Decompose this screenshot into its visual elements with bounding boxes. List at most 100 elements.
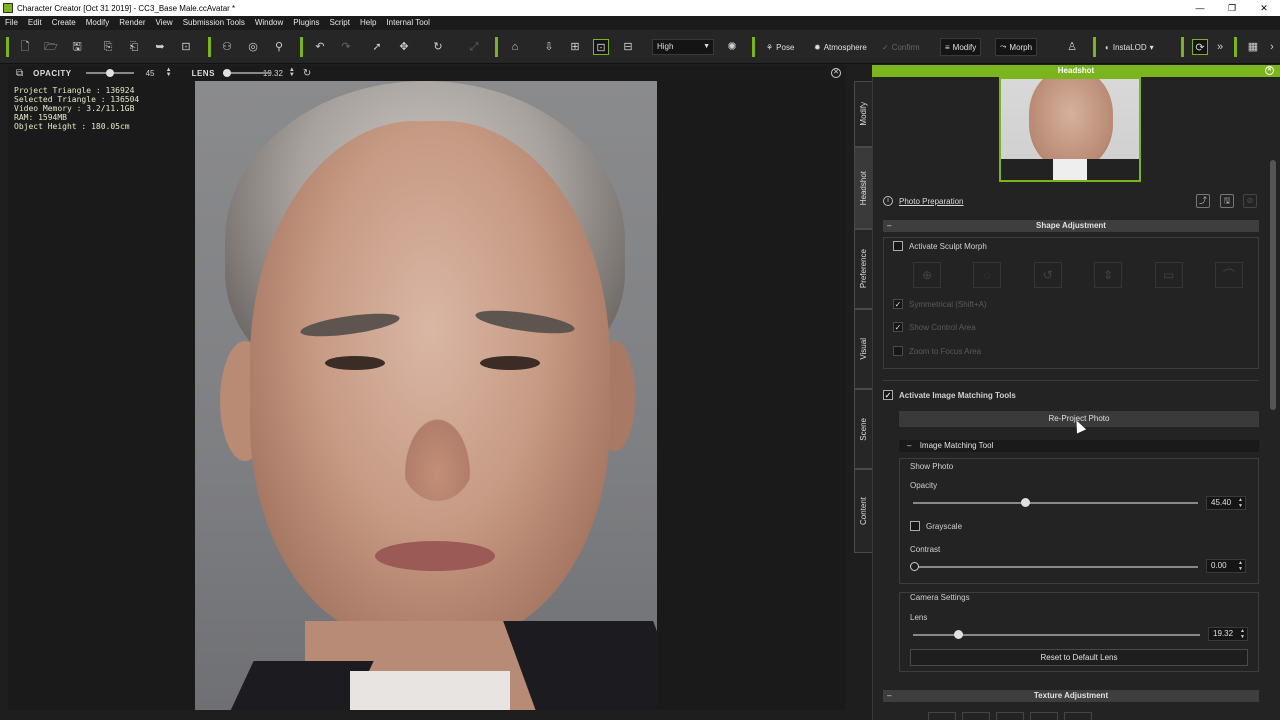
load-photo-icon[interactable]: ⤴: [1196, 194, 1210, 208]
shape-adjustment-header[interactable]: – Shape Adjustment: [883, 220, 1259, 232]
modify-button[interactable]: ≡ Modify: [940, 38, 982, 56]
menu-modify[interactable]: Modify: [81, 16, 115, 30]
slider-knob[interactable]: [910, 562, 919, 571]
undo-icon[interactable]: ↶: [312, 39, 328, 55]
refresh-icon[interactable]: ↻: [303, 68, 311, 79]
stepper-icon[interactable]: ▲ ▼: [289, 67, 295, 78]
grayscale-checkbox[interactable]: [910, 521, 920, 531]
close-icon[interactable]: ✕: [831, 68, 841, 78]
confirm-button[interactable]: ✓ Confirm: [878, 38, 924, 56]
sculpt-smooth-icon[interactable]: ◌: [973, 262, 1002, 288]
camera-icon[interactable]: ⊟: [620, 39, 636, 55]
lens-slider[interactable]: [913, 630, 1200, 639]
sculpt-rotate-icon[interactable]: ↺: [1033, 262, 1062, 288]
info-icon[interactable]: i: [883, 196, 893, 206]
atmosphere-button[interactable]: ✹ Atmosphere: [810, 38, 871, 56]
symmetrical-checkbox[interactable]: ✓: [893, 299, 903, 309]
save-icon[interactable]: 🖫: [69, 39, 85, 55]
sculpt-pinch-icon[interactable]: ⌒: [1214, 262, 1243, 288]
slider-knob[interactable]: [105, 69, 114, 77]
save-photo-icon[interactable]: 🖫: [1220, 194, 1234, 208]
more-tools-icon[interactable]: »: [1212, 39, 1228, 55]
contrast-slider[interactable]: [910, 562, 1198, 571]
panel-scrollbar[interactable]: [1270, 160, 1276, 410]
morph-button[interactable]: ⤳ Morph: [995, 38, 1038, 56]
send-icon[interactable]: ➥: [152, 39, 168, 55]
pick-icon[interactable]: ⚲: [271, 39, 287, 55]
layout-icon[interactable]: ▦: [1245, 39, 1261, 55]
character-icon[interactable]: ⚇: [219, 39, 235, 55]
opacity-spinbox[interactable]: 45.40 ▲ ▼: [1206, 496, 1246, 510]
home-icon[interactable]: ⌂: [507, 39, 523, 55]
show-control-area-row[interactable]: ✓ Show Control Area: [893, 322, 976, 332]
sculpt-move-icon[interactable]: ▭: [1154, 262, 1183, 288]
sculpt-scale-icon[interactable]: ⇕: [1094, 262, 1123, 288]
opacity-slider[interactable]: [913, 498, 1198, 507]
new-file-icon[interactable]: 🗋: [17, 39, 33, 55]
menu-edit[interactable]: Edit: [23, 16, 47, 30]
tab-content[interactable]: Content: [854, 469, 872, 553]
pan-down-icon[interactable]: ⇩: [541, 39, 557, 55]
activate-image-matching-checkbox[interactable]: ✓: [883, 390, 893, 400]
menu-file[interactable]: File: [0, 16, 23, 30]
open-folder-icon[interactable]: 🗁: [43, 39, 59, 55]
slider-knob[interactable]: [954, 630, 963, 639]
tab-preference[interactable]: Preference: [854, 229, 872, 309]
opacity-mini-slider[interactable]: [85, 69, 134, 77]
image-matching-tool-header[interactable]: – Image Matching Tool: [899, 440, 1259, 452]
redo-icon[interactable]: ↷: [338, 39, 354, 55]
texture-tool-icon[interactable]: [1064, 712, 1092, 720]
menu-window[interactable]: Window: [250, 16, 288, 30]
texture-tool-icon[interactable]: [962, 712, 990, 720]
tab-scene[interactable]: Scene: [854, 389, 872, 469]
stepper-icon[interactable]: ▲ ▼: [1238, 497, 1243, 509]
reset-lens-button[interactable]: Reset to Default Lens: [910, 649, 1248, 666]
lens-mini-slider[interactable]: [222, 69, 271, 77]
stepper-icon[interactable]: ▲ ▼: [1240, 628, 1245, 640]
headshot-icon[interactable]: ⟳: [1192, 39, 1208, 55]
import-icon[interactable]: ⎘: [100, 39, 116, 55]
menu-script[interactable]: Script: [325, 16, 355, 30]
lens-spinbox[interactable]: 19.32 ▲ ▼: [1208, 627, 1248, 641]
headshot-thumbnail[interactable]: [999, 77, 1141, 182]
activate-sculpt-morph-row[interactable]: Activate Sculpt Morph: [893, 241, 987, 251]
delete-photo-icon[interactable]: ⊘: [1243, 194, 1257, 208]
sculpt-brush-icon[interactable]: ⊕: [913, 262, 941, 288]
light-icon[interactable]: ✺: [724, 39, 740, 55]
slider-knob[interactable]: [1021, 498, 1030, 507]
pose-button[interactable]: ⚘ Pose: [762, 38, 798, 56]
export-icon[interactable]: ⎗: [126, 39, 142, 55]
select-arrow-icon[interactable]: ➚: [369, 39, 385, 55]
menu-internal-tool[interactable]: Internal Tool: [381, 16, 434, 30]
grayscale-row[interactable]: Grayscale: [910, 521, 962, 531]
menu-plugins[interactable]: Plugins: [288, 16, 324, 30]
texture-tool-icon[interactable]: [996, 712, 1024, 720]
zoom-to-focus-row[interactable]: Zoom to Focus Area: [893, 346, 981, 356]
slider-knob[interactable]: [222, 69, 231, 77]
menu-create[interactable]: Create: [47, 16, 81, 30]
figure-icon[interactable]: ♙: [1064, 39, 1080, 55]
close-button[interactable]: ✕: [1248, 0, 1280, 16]
instalod-button[interactable]: ◐ InstaLOD ▾: [1101, 38, 1158, 56]
render-settings-icon[interactable]: ⊡: [178, 39, 194, 55]
symmetrical-row[interactable]: ✓ Symmetrical (Shift+A): [893, 299, 987, 309]
texture-adjustment-header[interactable]: – Texture Adjustment: [883, 690, 1259, 702]
menu-view[interactable]: View: [151, 16, 178, 30]
tab-visual[interactable]: Visual: [854, 309, 872, 389]
activate-sculpt-morph-checkbox[interactable]: [893, 241, 903, 251]
menu-render[interactable]: Render: [114, 16, 150, 30]
target-icon[interactable]: ◎: [245, 39, 261, 55]
tab-modify[interactable]: Modify: [854, 81, 872, 147]
rotate-icon[interactable]: ↻: [430, 39, 446, 55]
restore-button[interactable]: ❐: [1216, 0, 1248, 16]
photo-toggle-icon[interactable]: ⧉: [16, 68, 23, 79]
texture-tool-icon[interactable]: [1030, 712, 1058, 720]
close-icon[interactable]: ✕: [1265, 66, 1274, 75]
fit-view-icon[interactable]: ⊞: [567, 39, 583, 55]
contrast-spinbox[interactable]: 0.00 ▲ ▼: [1206, 559, 1246, 573]
minimize-button[interactable]: —: [1184, 0, 1216, 16]
render-quality-select[interactable]: High ▼: [652, 39, 714, 55]
overflow-chevron-icon[interactable]: ›: [1264, 39, 1280, 55]
show-control-area-checkbox[interactable]: ✓: [893, 322, 903, 332]
scale-icon[interactable]: ⤢: [466, 39, 482, 55]
